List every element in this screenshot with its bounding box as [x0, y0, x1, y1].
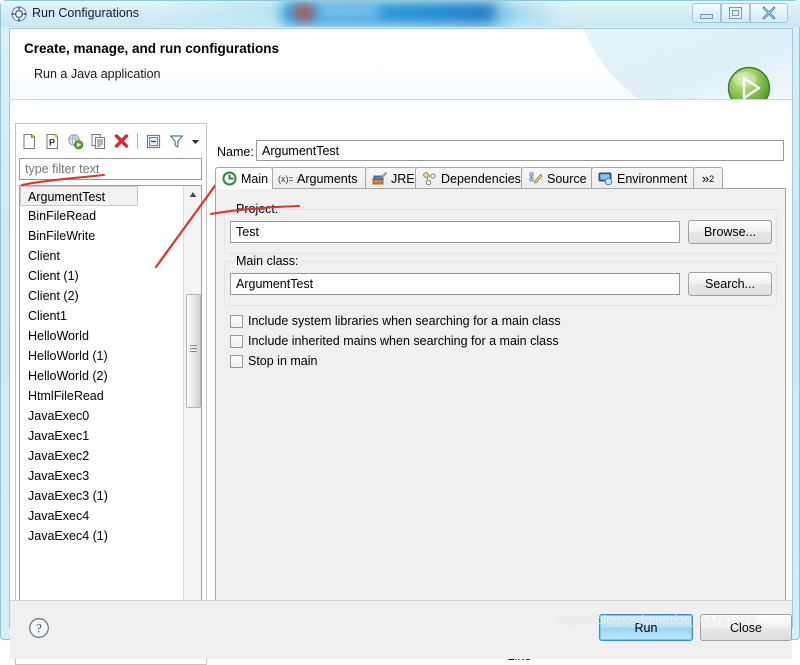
project-input[interactable]	[230, 221, 680, 243]
duplicate-configuration-button[interactable]	[88, 131, 109, 152]
tab-label: Source	[547, 171, 587, 186]
new-launch-configuration-button[interactable]	[19, 131, 40, 152]
close-dialog-button[interactable]: Close	[700, 614, 792, 641]
main-class-label: Main class:	[233, 254, 302, 268]
close-icon	[751, 4, 787, 22]
collapse-all-button[interactable]	[143, 131, 164, 152]
dialog-header: Create, manage, and run configurations R…	[10, 29, 792, 100]
configuration-tabs: Main (x)= Arguments JRE Dependencies Source En…	[215, 167, 786, 189]
tab-environment[interactable]: Environment	[591, 167, 695, 189]
checkbox-label: Stop in main	[248, 354, 318, 368]
list-item[interactable]: ArgumentTest	[20, 186, 138, 206]
toolbar-separator	[137, 133, 138, 149]
dialog-content: Create, manage, and run configurations R…	[9, 28, 793, 665]
checkbox-stop-in-main[interactable]: Stop in main	[230, 354, 317, 368]
tab-overflow-button[interactable]: » 2	[693, 167, 723, 189]
filter-input[interactable]	[19, 158, 202, 180]
svg-text:(x)=: (x)=	[278, 174, 293, 184]
list-item[interactable]: HelloWorld	[20, 326, 182, 346]
tab-label: Main	[241, 171, 269, 186]
svg-text:P: P	[49, 137, 55, 147]
new-prototype-button[interactable]: P	[42, 131, 63, 152]
title-bar: Run Configurations	[1, 1, 800, 27]
configurations-toolbar: P	[19, 129, 202, 153]
tab-overflow-count: 2	[709, 173, 715, 184]
project-label: Project:	[233, 202, 282, 216]
list-item[interactable]: JavaExec4 (1)	[20, 526, 182, 546]
chevron-down-icon[interactable]	[189, 131, 201, 152]
run-button[interactable]: Run	[599, 614, 693, 641]
launch-configurations-list[interactable]: ArgumentTest BinFileRead BinFileWrite Clien…	[19, 185, 202, 632]
main-class-icon	[222, 171, 237, 186]
checkbox-box[interactable]	[230, 314, 243, 328]
dependencies-icon	[422, 171, 437, 186]
checkbox-box[interactable]	[230, 334, 243, 348]
list-item[interactable]: JavaExec0	[20, 406, 182, 426]
environment-icon	[598, 171, 613, 186]
list-item[interactable]: Client (1)	[20, 266, 182, 286]
tab-overflow-symbol: »	[701, 171, 710, 186]
configuration-name-input[interactable]	[256, 140, 784, 161]
checkbox-label: Include system libraries when searching …	[248, 314, 561, 328]
tab-dependencies[interactable]: Dependencies	[415, 167, 523, 189]
dialog-body: P type filter text ArgumentTest BinFileR…	[10, 100, 792, 665]
tab-label: Arguments	[297, 171, 358, 186]
list-item[interactable]: HelloWorld (1)	[20, 346, 182, 366]
list-vertical-scrollbar[interactable]	[183, 186, 201, 614]
list-item[interactable]: Client	[20, 246, 182, 266]
list-item[interactable]: Client1	[20, 306, 182, 326]
list-items-container: ArgumentTest BinFileRead BinFileWrite Clien…	[20, 186, 182, 614]
list-item[interactable]: JavaExec2	[20, 446, 182, 466]
vertical-scrollbar-thumb[interactable]	[186, 294, 201, 408]
list-item[interactable]: JavaExec1	[20, 426, 182, 446]
list-item[interactable]: HelloWorld (2)	[20, 366, 182, 386]
minimize-button[interactable]	[692, 3, 721, 23]
list-item[interactable]: BinFileRead	[20, 206, 182, 226]
tab-arguments[interactable]: (x)= Arguments	[271, 167, 367, 189]
checkbox-include-inherited-mains[interactable]: Include inherited mains when searching f…	[230, 334, 559, 348]
arguments-icon: (x)=	[278, 171, 294, 186]
jre-icon	[372, 171, 387, 186]
list-item[interactable]: JavaExec3 (1)	[20, 486, 182, 506]
scroll-up-icon[interactable]	[184, 186, 201, 203]
source-icon	[528, 171, 543, 186]
list-item[interactable]: HtmlFileRead	[20, 386, 182, 406]
dialog-footer: ? Run Close	[10, 600, 792, 659]
list-item[interactable]: Client (2)	[20, 286, 182, 306]
search-button[interactable]: Search...	[688, 272, 772, 296]
tab-jre[interactable]: JRE	[365, 167, 417, 189]
run-configurations-dialog: Run Configurations Create, manage, and r…	[0, 0, 800, 665]
checkbox-include-system-libraries[interactable]: Include system libraries when searching …	[230, 314, 561, 328]
checkbox-box[interactable]	[230, 354, 243, 368]
main-class-input[interactable]	[230, 273, 680, 295]
delete-configuration-button[interactable]	[111, 131, 132, 152]
close-button[interactable]	[750, 3, 788, 23]
tab-source[interactable]: Source	[521, 167, 593, 189]
page-subtitle: Run a Java application	[34, 67, 161, 81]
page-title: Create, manage, and run configurations	[24, 41, 280, 56]
run-play-icon	[726, 65, 772, 99]
window-title: Run Configurations	[32, 6, 140, 20]
main-tab-panel: Project: Browse... Main class: Search...…	[215, 188, 786, 616]
new-configuration-from-prototype-button[interactable]	[65, 131, 86, 152]
browse-button[interactable]: Browse...	[688, 220, 772, 244]
eclipse-gear-icon	[11, 6, 27, 22]
maximize-button[interactable]	[721, 3, 750, 23]
tab-label: JRE	[391, 171, 415, 186]
list-item[interactable]: JavaExec4	[20, 506, 182, 526]
list-item[interactable]: JavaExec3	[20, 466, 182, 486]
filter-funnel-button[interactable]	[166, 131, 187, 152]
help-question-icon[interactable]: ?	[28, 617, 50, 639]
list-item[interactable]: BinFileWrite	[20, 226, 182, 246]
checkbox-label: Include inherited mains when searching f…	[248, 334, 559, 348]
tab-label: Environment	[617, 171, 688, 186]
name-label: Name:	[217, 145, 254, 159]
svg-text:?: ?	[36, 621, 42, 636]
tab-main[interactable]: Main	[215, 167, 273, 189]
tab-label: Dependencies	[441, 171, 521, 186]
